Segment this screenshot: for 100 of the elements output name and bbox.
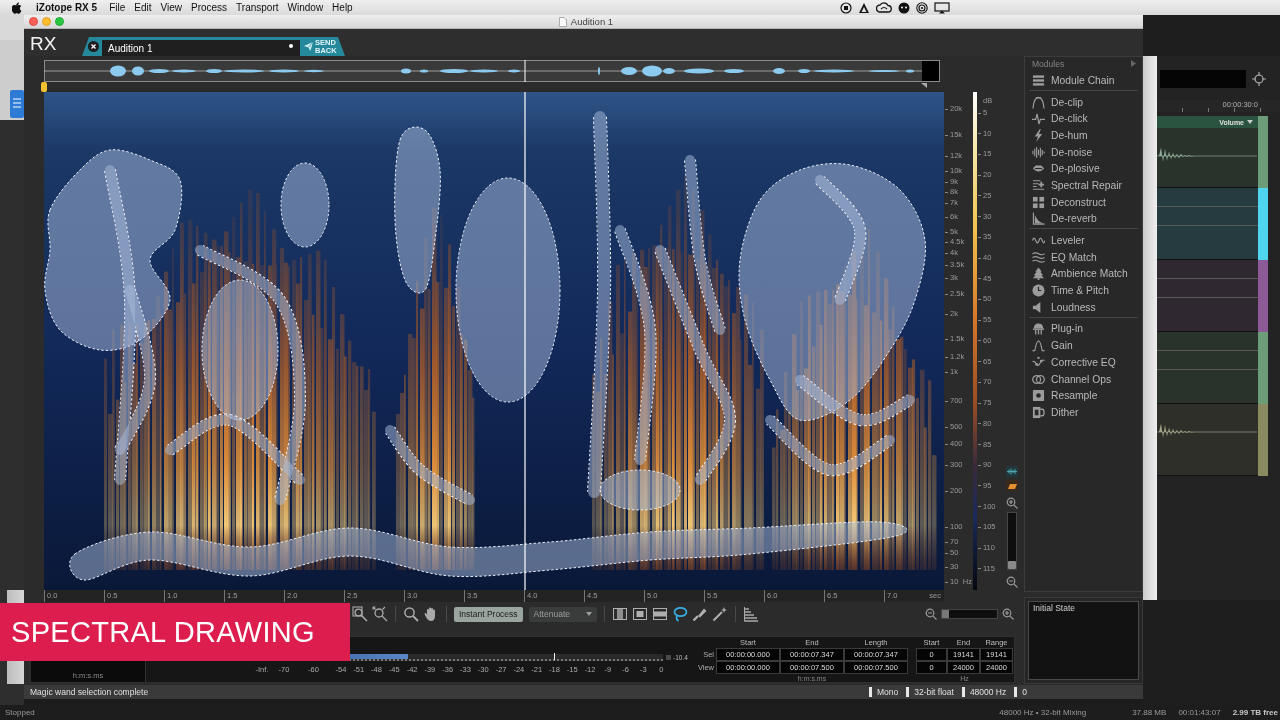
status-item: 48000 Hz • 32-bit Mixing bbox=[999, 708, 1087, 717]
module-item[interactable]: Module Chain bbox=[1029, 72, 1138, 89]
zoom-out-icon[interactable] bbox=[925, 608, 937, 620]
status-item: 37.88 MB bbox=[1132, 708, 1167, 717]
lightning-icon bbox=[1032, 128, 1045, 142]
module-item[interactable]: EQ Match bbox=[1029, 248, 1138, 266]
clip-indicator-icon bbox=[666, 654, 671, 660]
status-item: 0 bbox=[1014, 687, 1027, 697]
menu-item[interactable]: Transport bbox=[236, 2, 279, 13]
module-item[interactable]: Channel Ops bbox=[1029, 370, 1138, 388]
menu-item[interactable]: Help bbox=[332, 2, 353, 13]
face-icon[interactable] bbox=[898, 1, 910, 14]
overview-waveform[interactable] bbox=[44, 60, 940, 82]
menu-item[interactable]: File bbox=[109, 2, 126, 13]
decay-icon bbox=[1032, 212, 1045, 226]
triangle-icon[interactable] bbox=[921, 83, 927, 88]
document-icon bbox=[558, 16, 567, 27]
wavy-lines-icon bbox=[1032, 250, 1045, 264]
triangle-icon[interactable] bbox=[858, 1, 870, 14]
module-item[interactable]: Spectral Repair bbox=[1029, 177, 1138, 194]
status-item: Mono bbox=[868, 687, 899, 697]
module-item[interactable]: Loudness bbox=[1029, 298, 1138, 316]
module-item[interactable]: Corrective EQ bbox=[1029, 354, 1138, 371]
zoom-selection-icon[interactable] bbox=[352, 606, 368, 622]
zoom-in-icon[interactable] bbox=[1002, 608, 1014, 620]
rect-select-icon[interactable] bbox=[631, 606, 648, 622]
module-item[interactable]: De-plosive bbox=[1029, 160, 1138, 178]
waveform-view-icon[interactable] bbox=[1005, 466, 1018, 477]
paper-plane-icon bbox=[304, 42, 313, 51]
target-icon[interactable] bbox=[916, 1, 928, 14]
time-select-icon[interactable] bbox=[611, 606, 628, 622]
menu-item[interactable]: Window bbox=[287, 2, 324, 13]
module-item[interactable]: Time & Pitch bbox=[1029, 282, 1138, 299]
zoom-in-icon[interactable] bbox=[1005, 497, 1018, 509]
playhead-marker-icon[interactable] bbox=[41, 82, 47, 92]
magic-wand-icon[interactable] bbox=[711, 606, 728, 622]
spectrogram-drawing[interactable] bbox=[44, 92, 944, 590]
plug-icon bbox=[1032, 322, 1045, 336]
app-menu[interactable]: iZotope RX 5 bbox=[36, 2, 98, 13]
stop-circle-icon[interactable] bbox=[840, 1, 852, 14]
document-tab[interactable]: Audition 1 bbox=[102, 40, 300, 56]
bars-icon[interactable] bbox=[742, 606, 759, 622]
module-item[interactable]: Leveler bbox=[1029, 232, 1138, 249]
menu-item[interactable]: View bbox=[160, 2, 182, 13]
window-title: Audition 1 bbox=[570, 16, 614, 27]
clock-icon bbox=[1032, 284, 1045, 298]
arch-icon bbox=[1032, 95, 1045, 109]
spectrogram-view-icon[interactable] bbox=[1005, 480, 1018, 491]
status-item: 00:01:43:07 bbox=[1178, 708, 1221, 717]
search-icon[interactable] bbox=[403, 606, 419, 622]
menu-item[interactable]: Process bbox=[191, 2, 228, 13]
module-item[interactable]: De-noise bbox=[1029, 143, 1138, 161]
grid-plus-icon bbox=[1032, 178, 1045, 192]
apple-icon[interactable] bbox=[12, 1, 22, 14]
status-text: Stopped bbox=[5, 708, 35, 717]
lasso-icon[interactable] bbox=[671, 606, 688, 622]
zoom-slider[interactable] bbox=[1006, 512, 1017, 570]
tree-icon bbox=[1032, 267, 1045, 281]
display-icon[interactable] bbox=[934, 1, 950, 14]
module-item[interactable]: De-hum bbox=[1029, 127, 1138, 144]
band-select-icon[interactable] bbox=[651, 606, 668, 622]
bars-icon bbox=[1032, 73, 1045, 87]
module-item[interactable]: Dither bbox=[1029, 404, 1138, 421]
module-item[interactable]: De-clip bbox=[1029, 93, 1138, 111]
title-banner: SPECTRAL DRAWING bbox=[0, 603, 350, 661]
slider-thumb[interactable] bbox=[1007, 561, 1016, 569]
zoom-slider[interactable] bbox=[941, 609, 998, 619]
module-item[interactable]: De-click bbox=[1029, 110, 1138, 128]
zoom-fit-icon[interactable] bbox=[372, 606, 388, 622]
instant-process-button[interactable]: Instant Process bbox=[454, 606, 523, 622]
app-logo: RX bbox=[30, 34, 58, 53]
status-item: 48000 Hz bbox=[961, 687, 1007, 697]
module-item[interactable]: De-reverb bbox=[1029, 210, 1138, 228]
module-item[interactable]: Gain bbox=[1029, 337, 1138, 354]
cloud-icon[interactable] bbox=[876, 1, 892, 14]
status-item: 2.99 TB free bbox=[1232, 708, 1278, 717]
module-item[interactable]: Plug-in bbox=[1029, 320, 1138, 338]
close-button[interactable] bbox=[29, 17, 38, 26]
rings-icon bbox=[1032, 372, 1045, 386]
bell-curve-icon bbox=[1032, 339, 1045, 353]
input-field[interactable] bbox=[1160, 70, 1246, 88]
caret-icon bbox=[585, 612, 592, 616]
module-item[interactable]: Resample bbox=[1029, 387, 1138, 405]
crosshair-icon[interactable] bbox=[1252, 72, 1266, 86]
caret-right-icon[interactable] bbox=[1131, 60, 1136, 67]
zoom-out-icon[interactable] bbox=[1005, 576, 1018, 588]
half-block-icon bbox=[1032, 405, 1045, 419]
curve-dots-icon bbox=[1032, 355, 1045, 369]
slider-thumb[interactable] bbox=[942, 610, 949, 618]
brush-icon[interactable] bbox=[691, 606, 708, 622]
history-item[interactable]: Initial State bbox=[1029, 602, 1138, 615]
close-icon[interactable] bbox=[88, 41, 99, 52]
module-item[interactable]: Deconstruct bbox=[1029, 193, 1138, 211]
module-item[interactable]: Ambience Match bbox=[1029, 265, 1138, 283]
pulse-icon bbox=[1032, 112, 1045, 126]
status-message: Magic wand selection complete bbox=[30, 687, 149, 697]
caret-icon[interactable] bbox=[1247, 120, 1253, 124]
waveform-icon bbox=[1032, 145, 1045, 159]
menu-item[interactable]: Edit bbox=[134, 2, 152, 13]
status-item: 32-bit float bbox=[906, 687, 954, 697]
